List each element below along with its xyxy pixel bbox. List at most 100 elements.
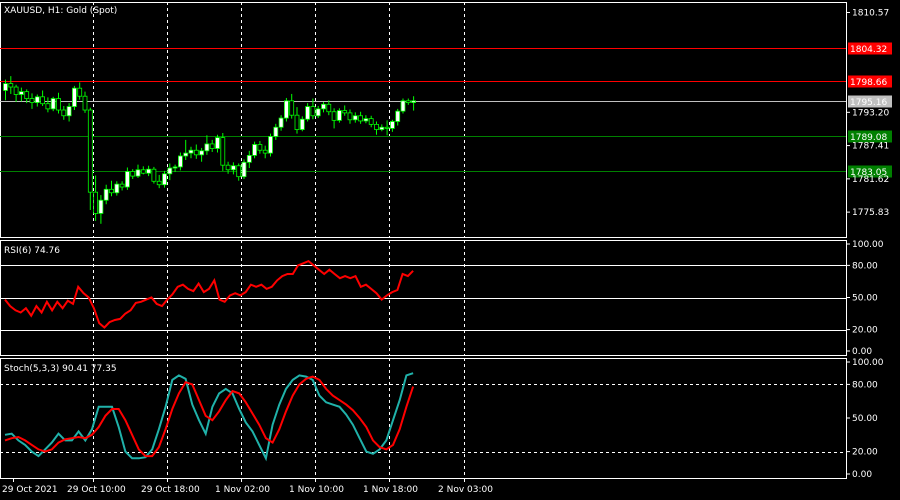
sto-tick-label: 100.00: [852, 358, 884, 368]
candle: [130, 169, 136, 179]
price-tick-label: 1781.62: [852, 175, 889, 185]
candle: [395, 108, 401, 126]
candle: [204, 135, 210, 155]
time-tick-label: 29 Oct 18:00: [141, 485, 200, 495]
candle-body: [29, 98, 35, 103]
candle: [8, 76, 14, 94]
candle: [199, 147, 205, 162]
candle-body: [299, 118, 305, 130]
candle: [188, 146, 194, 159]
candle: [156, 174, 162, 189]
candle-body: [87, 109, 93, 193]
candle-body: [204, 143, 210, 152]
candle: [389, 119, 395, 132]
price-levels: 1804.321798.661795.161789.081783.05: [0, 42, 892, 178]
candle: [3, 79, 8, 101]
candle-body: [135, 169, 141, 177]
candle-body: [215, 137, 220, 149]
time-tick-label: 29 Oct 2021: [2, 485, 58, 495]
main-pane-frame: [0, 2, 847, 238]
candle: [352, 112, 358, 123]
time-tick-label: 29 Oct 10:00: [67, 485, 126, 495]
candle-body: [183, 152, 189, 157]
candle-body: [294, 114, 300, 130]
candle: [18, 87, 24, 102]
candle-body: [125, 171, 130, 188]
candle-body: [109, 188, 114, 194]
candle: [368, 115, 374, 128]
price-level-label: 1798.66: [850, 78, 887, 88]
rsi-tick-label: 0.00: [852, 347, 872, 357]
candle: [13, 84, 19, 102]
candle: [305, 103, 311, 122]
candle-body: [289, 100, 295, 116]
candle-body: [34, 96, 40, 103]
candle-body: [283, 100, 289, 119]
candlestick-series: [3, 76, 417, 224]
rsi-line-1: [4, 259, 414, 329]
rsi-tick-label: 50.00: [852, 294, 878, 304]
sto-tick-label: 50.00: [852, 414, 878, 424]
grid-layer: [0, 2, 847, 479]
candle-body: [400, 100, 406, 112]
candle: [268, 133, 273, 157]
candle-body: [363, 118, 369, 122]
candle: [358, 111, 364, 124]
candle-body: [220, 137, 226, 166]
candle-body: [241, 161, 247, 178]
candle-body: [119, 183, 125, 188]
candle: [342, 105, 348, 116]
candle-body: [236, 165, 242, 178]
candle-body: [358, 115, 364, 122]
candle-body: [193, 149, 199, 156]
candle-body: [230, 165, 236, 171]
candle-body: [405, 100, 411, 103]
candle: [172, 164, 178, 173]
candle-body: [8, 83, 14, 88]
candle: [56, 92, 61, 114]
candle: [77, 82, 83, 100]
candle-body: [368, 118, 374, 125]
price-tick-label: 1810.57: [852, 9, 889, 19]
candle: [400, 98, 406, 114]
trading-chart[interactable]: 1804.321798.661795.161789.081783.05 1810…: [0, 0, 900, 500]
time-tick-label: 2 Nov 03:00: [438, 485, 493, 495]
candle-body: [56, 98, 61, 111]
rsi-tick-label: 80.00: [852, 261, 878, 271]
candle-body: [352, 115, 358, 121]
candle-body: [172, 166, 178, 169]
candle: [61, 105, 67, 120]
candle: [230, 162, 236, 175]
candle-body: [18, 91, 24, 95]
candle-body: [379, 126, 385, 130]
candle-body: [209, 143, 215, 149]
stoch-title: Stoch(5,3,3) 90.41 77.35: [4, 364, 117, 374]
candle-body: [331, 111, 337, 121]
candle: [82, 91, 88, 113]
candle-body: [66, 106, 72, 117]
candle-body: [72, 87, 77, 107]
candle: [87, 107, 93, 210]
candle: [215, 134, 220, 153]
candle: [66, 103, 72, 122]
candle: [34, 94, 40, 107]
candle: [363, 115, 369, 124]
candle: [246, 150, 252, 169]
candle: [273, 123, 279, 140]
candle-body: [130, 171, 136, 177]
candle-body: [77, 87, 83, 97]
candle-body: [167, 167, 173, 175]
candle: [50, 96, 56, 112]
candle: [379, 124, 385, 132]
candle: [162, 170, 167, 188]
candle-body: [140, 169, 146, 174]
price-tick-label: 1793.20: [852, 108, 889, 118]
candle-body: [389, 121, 395, 129]
candle: [405, 98, 411, 105]
candle: [140, 166, 146, 175]
price-tick-label: 1787.41: [852, 142, 889, 152]
candle: [289, 93, 295, 119]
candle: [114, 181, 120, 196]
price-level-label: 1795.16: [850, 98, 887, 108]
candle-body: [151, 168, 157, 182]
